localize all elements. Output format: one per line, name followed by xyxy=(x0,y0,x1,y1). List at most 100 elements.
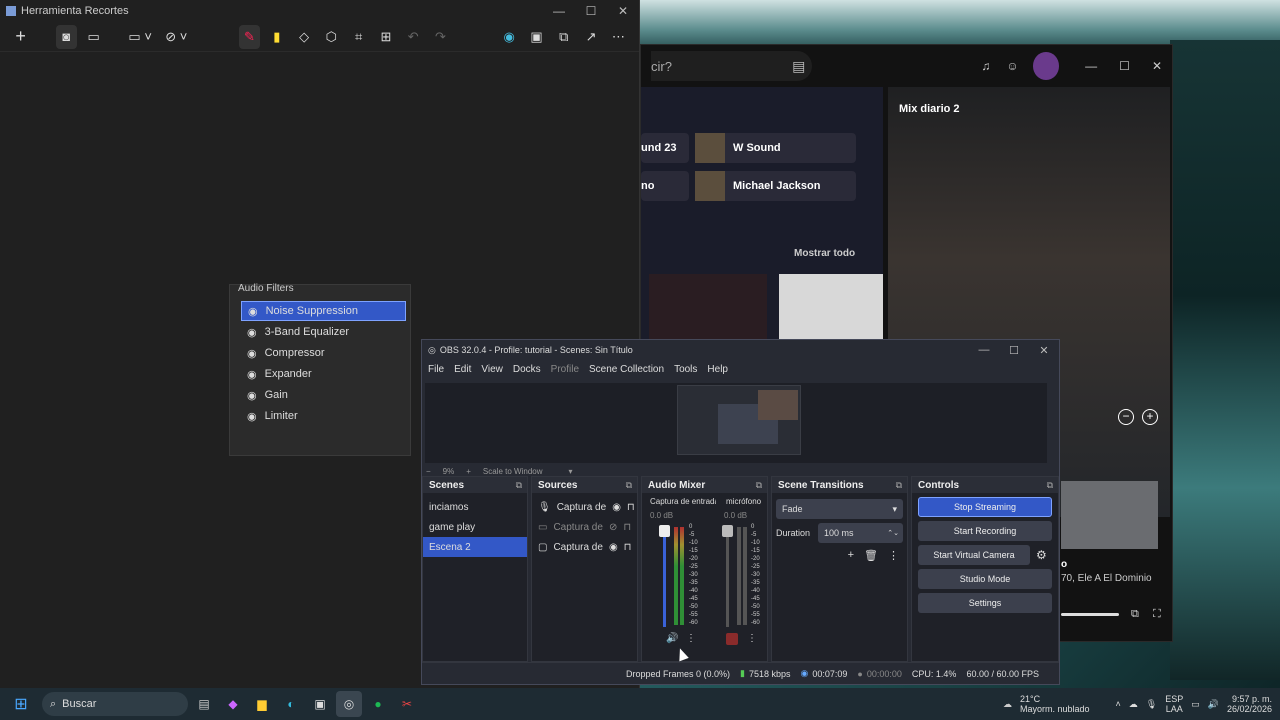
miniplayer-icon[interactable]: ⧉ xyxy=(1131,608,1139,621)
delay-icon[interactable]: ⊘ ˅ xyxy=(161,25,191,49)
microphone-icon[interactable]: 🎙 xyxy=(1146,699,1157,710)
search-field[interactable]: cir? xyxy=(651,51,813,81)
start-virtual-camera-button[interactable]: Start Virtual Camera xyxy=(918,545,1030,565)
zoom-out-button[interactable]: − xyxy=(426,467,431,476)
undock-icon[interactable]: ⧉ xyxy=(516,480,522,491)
trash-icon[interactable]: 🗑 xyxy=(864,549,878,562)
album-art[interactable] xyxy=(779,274,883,342)
filter-item[interactable]: ◉ 3-Band Equalizer xyxy=(241,322,406,342)
spin-icon[interactable]: ⌃⌄ xyxy=(887,529,899,537)
studio-mode-button[interactable]: Studio Mode xyxy=(918,569,1052,589)
task-view-icon[interactable]: ▤ xyxy=(191,691,217,717)
volume-slider[interactable] xyxy=(726,525,729,627)
eye-icon[interactable]: ◉ xyxy=(247,347,257,360)
eye-icon[interactable]: ◉ xyxy=(247,389,257,402)
edge-icon[interactable]: ◐ xyxy=(278,691,304,717)
copilot-icon[interactable]: ◆ xyxy=(220,691,246,717)
shortcut-card[interactable]: Michael Jackson xyxy=(695,171,856,201)
copilot-icon[interactable]: ◉ xyxy=(499,25,520,49)
duration-spinbox[interactable]: 100 ms ⌃⌄ xyxy=(818,523,903,543)
windows-start-icon[interactable]: ⊞ xyxy=(8,691,34,717)
redo-icon[interactable]: ↷ xyxy=(430,25,451,49)
video-icon[interactable]: ▭ xyxy=(83,25,104,49)
shortcut-card[interactable]: und 23 xyxy=(641,133,689,163)
network-icon[interactable]: ▭ xyxy=(1191,699,1200,710)
volume-icon[interactable]: 🔊 xyxy=(1208,699,1219,710)
maximize-button[interactable]: ☐ xyxy=(1119,59,1130,73)
snip-mode-icon[interactable]: ▭ ˅ xyxy=(125,25,155,49)
eye-icon[interactable]: ◉ xyxy=(609,542,618,553)
menu-tools[interactable]: Tools xyxy=(674,364,697,375)
shortcut-card[interactable]: no xyxy=(641,171,689,201)
eraser-icon[interactable]: ◇ xyxy=(293,25,314,49)
menu-view[interactable]: View xyxy=(481,364,503,375)
obs-taskbar-icon[interactable]: ◎ xyxy=(336,691,362,717)
taskbar-search[interactable]: ⌕ Buscar xyxy=(42,692,188,716)
slider-handle[interactable] xyxy=(659,525,670,537)
zoom-out-icon[interactable]: − xyxy=(1118,409,1134,425)
lock-icon[interactable]: ⊓ xyxy=(624,542,632,553)
weather[interactable]: 21°C Mayorm. nublado xyxy=(1020,694,1090,714)
share-icon[interactable]: ↗ xyxy=(580,25,601,49)
undock-icon[interactable]: ⧉ xyxy=(1047,480,1053,491)
spotify-icon[interactable]: ● xyxy=(365,691,391,717)
menu-help[interactable]: Help xyxy=(707,364,728,375)
undo-icon[interactable]: ↶ xyxy=(403,25,424,49)
eye-icon[interactable]: ◉ xyxy=(247,410,257,423)
close-button[interactable]: ✕ xyxy=(1152,59,1162,73)
album-art[interactable] xyxy=(649,274,767,342)
minimize-button[interactable]: — xyxy=(1085,59,1097,73)
onedrive-icon[interactable]: ☁ xyxy=(1129,699,1138,710)
highlighter-icon[interactable]: ▮ xyxy=(266,25,287,49)
language[interactable]: ESP LAA xyxy=(1165,694,1183,714)
chevron-up-icon[interactable]: ˄ xyxy=(1116,699,1121,709)
zoom-in-icon[interactable]: + xyxy=(1142,409,1158,425)
filter-item[interactable]: ◉ Expander xyxy=(241,364,406,384)
source-item[interactable]: ▭ Captura de ⊘ ⊓ xyxy=(532,517,637,537)
menu-file[interactable]: File xyxy=(428,364,444,375)
lock-icon[interactable]: ⊓ xyxy=(627,502,635,513)
eye-icon[interactable]: ◉ xyxy=(247,368,257,381)
filter-item[interactable]: ◉ Gain xyxy=(241,385,406,405)
more-icon[interactable]: ⋮ xyxy=(686,633,696,644)
scene-item[interactable]: Escena 2 xyxy=(423,537,527,557)
maximize-button[interactable]: ☐ xyxy=(575,4,607,18)
eye-icon[interactable]: ◉ xyxy=(612,502,621,513)
minimize-button[interactable]: — xyxy=(969,344,999,357)
add-icon[interactable]: + xyxy=(848,549,854,562)
eye-icon[interactable]: ◉ xyxy=(247,326,257,339)
text-actions-icon[interactable]: ⊞ xyxy=(375,25,396,49)
zoom-in-button[interactable]: + xyxy=(466,467,471,476)
source-item[interactable]: ▢ Captura de ◉ ⊓ xyxy=(532,537,637,557)
stop-streaming-button[interactable]: Stop Streaming xyxy=(918,497,1052,517)
menu-docks[interactable]: Docks xyxy=(513,364,541,375)
show-all-link[interactable]: Mostrar todo xyxy=(794,248,855,259)
crop-icon[interactable]: ⌗ xyxy=(348,25,369,49)
transition-select[interactable]: Fade ▾ xyxy=(776,499,903,519)
bell-icon[interactable]: ♫ xyxy=(981,59,990,73)
camera-icon[interactable]: ◙ xyxy=(55,24,77,49)
new-snip-button[interactable]: + xyxy=(10,25,31,49)
settings-button[interactable]: Settings xyxy=(918,593,1052,613)
avatar[interactable] xyxy=(1032,52,1060,80)
friends-icon[interactable]: ☺ xyxy=(1006,59,1018,73)
scene-item[interactable]: inciamos xyxy=(423,497,527,517)
undock-icon[interactable]: ⧉ xyxy=(896,480,902,491)
pen-icon[interactable]: ✎ xyxy=(238,24,261,49)
filter-item[interactable]: ◉ Compressor xyxy=(241,343,406,363)
file-explorer-icon[interactable]: ▆ xyxy=(249,691,275,717)
close-button[interactable]: ✕ xyxy=(1029,344,1059,357)
clock[interactable]: 9:57 p. m. 26/02/2026 xyxy=(1227,694,1272,714)
fullscreen-icon[interactable]: ⛶ xyxy=(1153,608,1161,621)
more-icon[interactable]: ⋮ xyxy=(747,633,757,644)
copy-icon[interactable]: ⧉ xyxy=(553,25,574,49)
progress-bar[interactable] xyxy=(1061,613,1119,616)
muted-speaker-icon[interactable] xyxy=(726,633,738,645)
minimize-button[interactable]: — xyxy=(543,4,575,18)
menu-edit[interactable]: Edit xyxy=(454,364,471,375)
start-recording-button[interactable]: Start Recording xyxy=(918,521,1052,541)
source-item[interactable]: 🎙 Captura de ◉ ⊓ xyxy=(532,497,637,517)
menu-scene-collection[interactable]: Scene Collection xyxy=(589,364,664,375)
filter-item[interactable]: ◉ Noise Suppression xyxy=(241,301,406,321)
shapes-icon[interactable]: ⬡ xyxy=(321,25,342,49)
